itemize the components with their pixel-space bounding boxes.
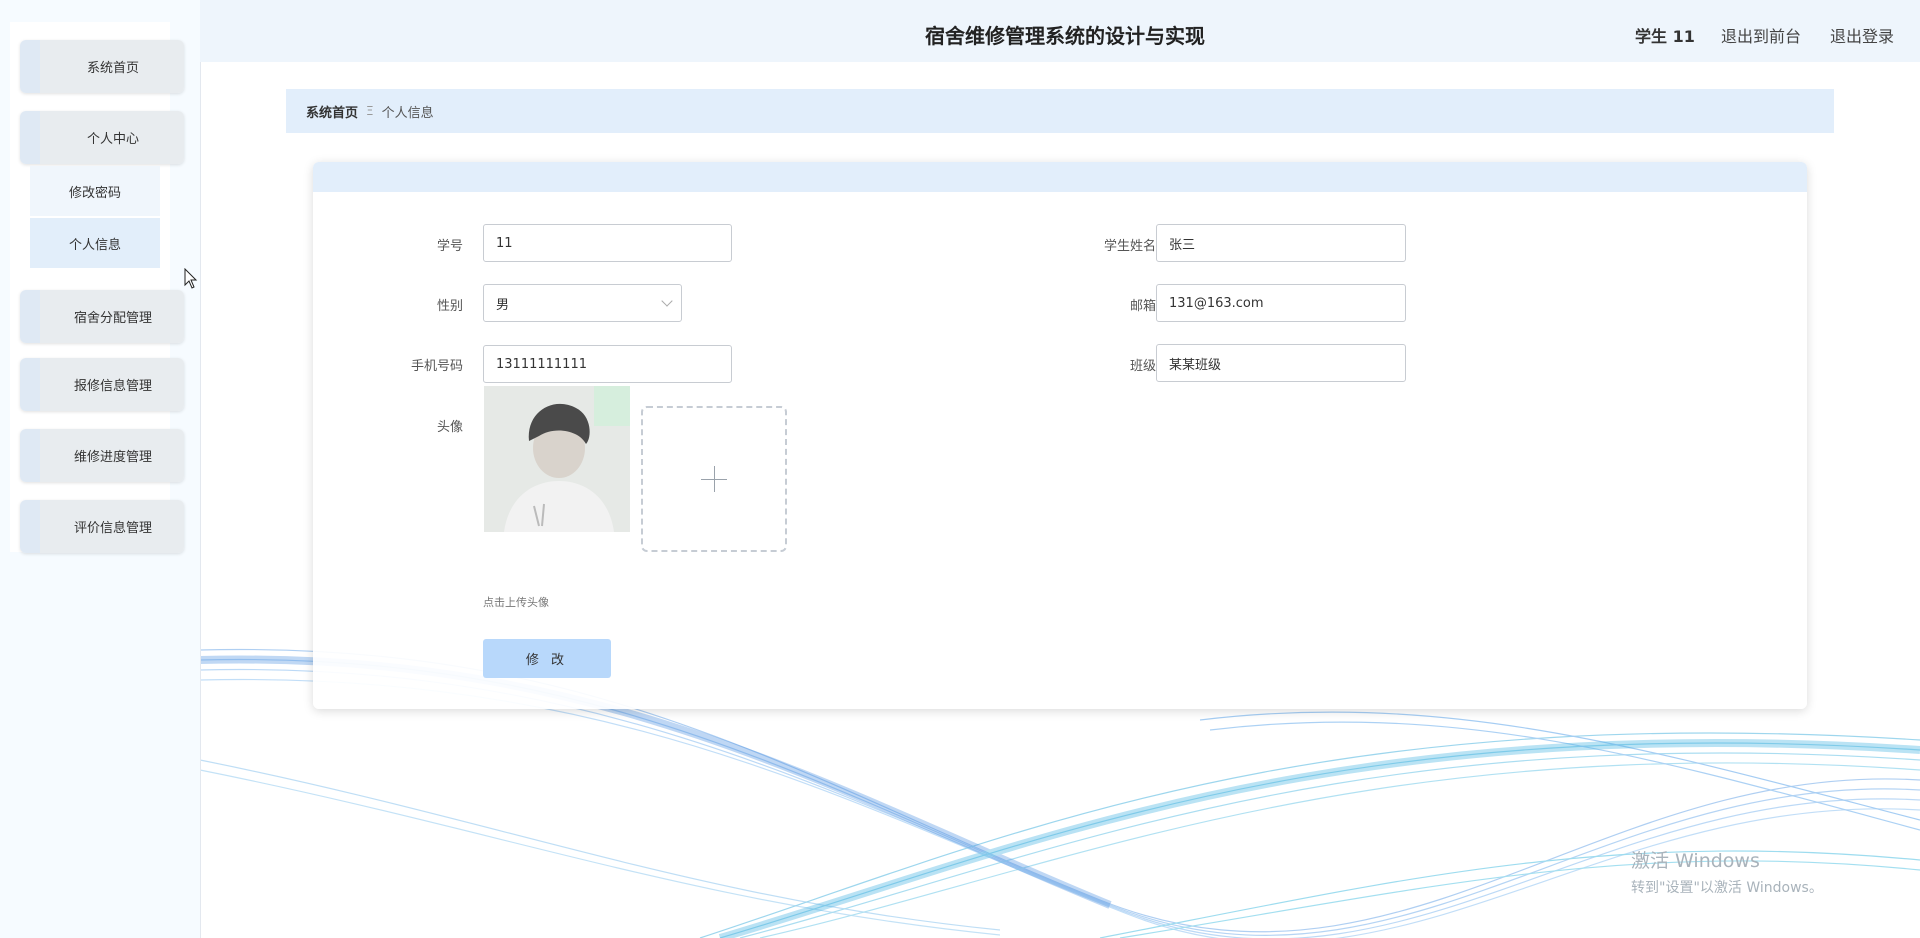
modify-button[interactable]: 修 改	[483, 639, 611, 678]
sidebar-item-evaluation[interactable]: 评价信息管理	[20, 500, 184, 553]
email-input[interactable]: 131@163.com	[1156, 284, 1406, 322]
watermark-line2: 转到"设置"以激活 Windows。	[1631, 880, 1823, 896]
phone-value: 13111111111	[496, 356, 587, 372]
email-label: 邮箱	[1129, 299, 1156, 314]
email-value: 131@163.com	[1169, 295, 1264, 311]
user-label: 学生 11	[1635, 27, 1695, 46]
gender-select[interactable]: 男	[483, 284, 682, 322]
windows-activation-watermark: 激活 Windows 转到"设置"以激活 Windows。	[1631, 846, 1823, 897]
upload-hint: 点击上传头像	[483, 596, 549, 609]
class-value: 某某班级	[1169, 357, 1222, 373]
back-to-front-link[interactable]: 退出到前台	[1721, 23, 1801, 47]
sidebar-item-repair-info[interactable]: 报修信息管理	[20, 358, 184, 411]
sidebar-subitem-change-password[interactable]: 修改密码	[30, 166, 160, 216]
breadcrumb: 系统首页 Ξ 个人信息	[286, 89, 1834, 133]
student-name-value: 张三	[1169, 237, 1196, 253]
top-header: 宿舍维修管理系统的设计与实现 学生 11 退出到前台 退出登录	[200, 0, 1920, 62]
avatar-upload-box[interactable]	[641, 406, 787, 552]
sidebar-item-label: 维修进度管理	[73, 450, 152, 465]
class-label: 班级	[1129, 359, 1156, 374]
chevron-down-icon	[661, 295, 673, 307]
sidebar-item-label: 宿舍分配管理	[73, 311, 152, 326]
student-name-input[interactable]: 张三	[1156, 224, 1406, 262]
breadcrumb-current: 个人信息	[381, 105, 434, 121]
sidebar-item-dorm-allocation[interactable]: 宿舍分配管理	[20, 290, 184, 343]
sidebar-subitem-label: 个人信息	[68, 237, 121, 253]
sidebar: 系统首页 个人中心 修改密码 个人信息 宿舍分配管理 报修信息管理 维修进度管理…	[0, 0, 201, 938]
phone-input[interactable]: 13111111111	[483, 345, 732, 383]
breadcrumb-home[interactable]: 系统首页	[306, 102, 358, 121]
sidebar-item-label: 个人中心	[86, 132, 139, 147]
sidebar-item-label: 报修信息管理	[73, 379, 152, 394]
sidebar-item-repair-progress[interactable]: 维修进度管理	[20, 429, 184, 482]
breadcrumb-separator: Ξ	[366, 104, 374, 118]
plus-icon-vertical	[714, 466, 715, 492]
gender-value: 男	[496, 297, 510, 313]
student-id-label: 学号	[436, 239, 463, 254]
student-id-value: 11	[496, 235, 513, 251]
class-input[interactable]: 某某班级	[1156, 344, 1406, 382]
student-id-input[interactable]: 11	[483, 224, 732, 262]
phone-label: 手机号码	[410, 359, 463, 374]
mouse-cursor-icon	[184, 268, 198, 289]
avatar-label: 头像	[436, 420, 463, 435]
sidebar-item-personal-center[interactable]: 个人中心	[20, 111, 184, 164]
sidebar-item-label: 评价信息管理	[73, 521, 152, 536]
logout-link[interactable]: 退出登录	[1830, 23, 1894, 47]
sidebar-item-label: 系统首页	[86, 61, 139, 76]
watermark-line1: 激活 Windows	[1631, 850, 1760, 872]
personal-info-card: 学号 11 学生姓名 张三 性别 男 邮箱 131@163.com 手机号码 1…	[313, 162, 1807, 709]
sidebar-item-home[interactable]: 系统首页	[20, 40, 184, 93]
sidebar-subitem-label: 修改密码	[68, 185, 121, 201]
student-name-label: 学生姓名	[1103, 239, 1156, 254]
card-header-bar	[313, 162, 1807, 192]
sidebar-subitem-personal-info[interactable]: 个人信息	[30, 218, 160, 268]
avatar-image[interactable]	[484, 386, 630, 532]
gender-label: 性别	[436, 299, 463, 314]
